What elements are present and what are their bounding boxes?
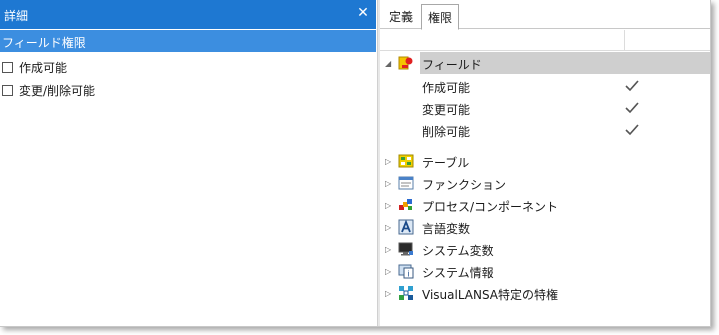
field-permissions-label: フィールド権限	[2, 36, 86, 50]
tree-node-system-info[interactable]: ▷ i システム情報	[380, 260, 710, 282]
svg-text:i: i	[407, 270, 409, 279]
checkbox-box[interactable]	[2, 61, 13, 73]
modify-delete-permission-checkbox[interactable]: 変更/削除可能	[2, 81, 95, 99]
function-icon	[398, 176, 414, 190]
tree-node-table[interactable]: ▷ テーブル	[380, 150, 710, 172]
expand-arrow-icon[interactable]: ▷	[385, 179, 393, 188]
details-title: 詳細	[4, 9, 29, 23]
tab-permissions-label: 権限	[428, 11, 453, 25]
tree-node-language-variable[interactable]: ▷ 言語変数	[380, 216, 710, 238]
details-window: 詳細 ✕ フィールド権限 作成可能 変更/削除可能 定義 権限 ◢ フィールド …	[0, 0, 711, 327]
create-permission-checkbox[interactable]: 作成可能	[2, 58, 67, 76]
expand-arrow-icon[interactable]: ▷	[385, 245, 393, 254]
permissions-panel: 定義 権限 ◢ フィールド 作成可能 変更可能 削除可能 ▷ テーブル ▷ ファ…	[380, 0, 710, 326]
tree-node-function[interactable]: ▷ ファンクション	[380, 172, 710, 194]
system-info-icon: i	[398, 264, 414, 279]
tree-node-label: フィールド	[422, 58, 482, 72]
tab-definition-label: 定義	[389, 10, 414, 24]
column-header	[380, 30, 710, 51]
checkbox-box[interactable]	[2, 84, 13, 96]
close-icon[interactable]: ✕	[356, 5, 370, 21]
expand-arrow-icon[interactable]: ▷	[385, 267, 393, 276]
permission-label: 作成可能	[422, 81, 471, 95]
tree-node-label: システム変数	[422, 244, 494, 258]
collapse-arrow-icon[interactable]: ◢	[385, 59, 393, 68]
details-panel: 詳細 ✕ フィールド権限 作成可能 変更/削除可能	[0, 0, 376, 326]
checkmark-icon[interactable]	[624, 79, 640, 93]
details-header: 詳細 ✕	[0, 0, 376, 29]
create-permission-label: 作成可能	[19, 60, 68, 75]
checkmark-icon[interactable]	[624, 101, 640, 115]
tree-node-system-variable[interactable]: ▷ システム変数	[380, 238, 710, 260]
tree-node-label: プロセス/コンポーネント	[422, 200, 559, 214]
expand-arrow-icon[interactable]: ▷	[385, 223, 393, 232]
tree-node-label: 言語変数	[422, 222, 471, 236]
tab-definition[interactable]: 定義	[383, 4, 419, 28]
language-variable-icon	[398, 219, 414, 235]
table-icon	[398, 154, 414, 168]
expand-arrow-icon[interactable]: ▷	[385, 201, 393, 210]
visuallansa-privilege-icon	[399, 286, 413, 300]
checkmark-icon[interactable]	[624, 123, 640, 137]
tree-node-label: システム情報	[422, 266, 494, 280]
field-permissions-header: フィールド権限	[0, 30, 376, 52]
expand-arrow-icon[interactable]: ▷	[385, 289, 393, 298]
column-separator[interactable]	[624, 30, 625, 50]
permission-label: 削除可能	[422, 125, 471, 139]
tree-node-process-component[interactable]: ▷ プロセス/コンポーネント	[380, 194, 710, 216]
tree-node-label: ファンクション	[422, 178, 507, 192]
process-component-icon	[399, 199, 412, 210]
expand-arrow-icon[interactable]: ▷	[385, 157, 393, 166]
modify-delete-permission-label: 変更/削除可能	[19, 83, 96, 98]
tree-node-label: VisualLANSA特定の特権	[422, 288, 559, 302]
tree-node-field[interactable]: ◢ フィールド	[380, 52, 710, 74]
tree-node-label: テーブル	[422, 156, 470, 170]
tab-permissions[interactable]: 権限	[421, 4, 460, 30]
tab-bar: 定義 権限	[380, 0, 710, 30]
field-icon	[398, 56, 413, 70]
system-variable-icon	[398, 242, 413, 256]
tree-node-visuallansa-privilege[interactable]: ▷ VisualLANSA特定の特権	[380, 282, 710, 304]
permission-label: 変更可能	[422, 103, 471, 117]
